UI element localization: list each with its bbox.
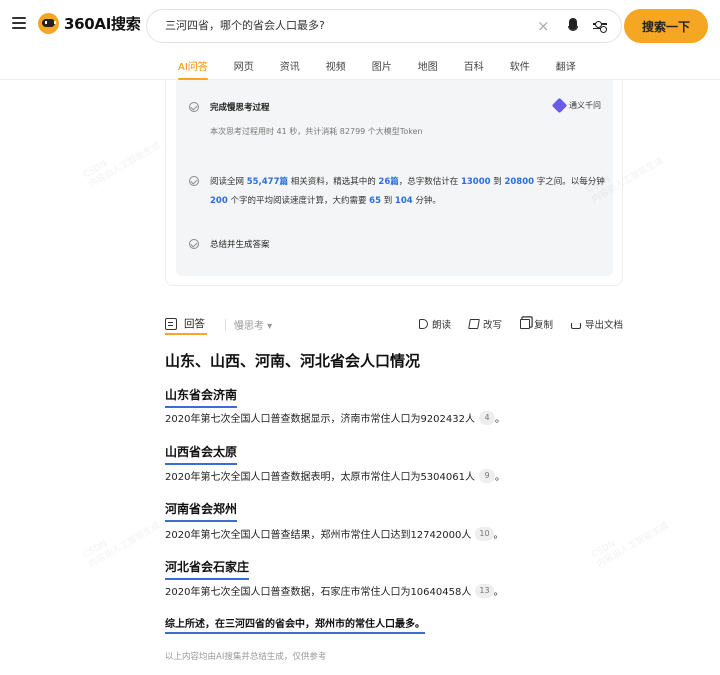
watermark-line: 内容由人工智能生成 [595, 520, 671, 570]
slow-think-dropdown[interactable]: 慢思考 ▾ [234, 317, 272, 332]
export-label: 导出文档 [584, 320, 623, 331]
conclusion-text: 综上所述，在三河四省的省会中，郑州市的常住人口最多。 [165, 615, 425, 634]
model-tag: 通义千问 [551, 97, 601, 114]
citation-badge[interactable]: 10 [475, 526, 494, 541]
model-name: 通义千问 [569, 101, 601, 110]
tab-map[interactable]: 地图 [418, 58, 438, 78]
check-circle-icon [189, 176, 199, 186]
reading-stats: 阅读全网 55,477篇 相关资料，精选其中的 26篇，总字数估计在 13000… [210, 173, 605, 211]
answer-doc-icon [165, 317, 177, 330]
stat-text: 到 [381, 196, 395, 206]
watermark-line: 内容由人工智能生成 [87, 140, 163, 190]
stat-min-minutes: 65 [369, 196, 381, 206]
section-text: 2020年第七次全国人口普查数据表明，太原市常住人口为5304061人 [165, 472, 475, 483]
step-complete-title: 完成慢思考过程 [210, 103, 270, 113]
tab-ai-qa[interactable]: AI问答 [178, 58, 208, 80]
watermark-line: CSDN [81, 158, 110, 181]
copy-button[interactable]: 复制 [519, 317, 553, 331]
section-body: 2020年第七次全国人口普查数据，石家庄市常住人口为10640458人 13。 [165, 583, 504, 598]
thinking-panel: 完成慢思考过程 本次思考过程用时 41 秒，共计消耗 82799 个大模型Tok… [176, 80, 613, 276]
tab-baike[interactable]: 百科 [464, 58, 484, 78]
answer-title: 山东、山西、河南、河北省会人口情况 [165, 352, 421, 370]
section-body: 2020年第七次全国人口普查结果，郑州市常住人口达到12742000人 10。 [165, 526, 504, 541]
section-end: 。 [495, 414, 505, 425]
read-aloud-label: 朗读 [431, 320, 451, 331]
citation-badge[interactable]: 13 [475, 583, 494, 598]
menu-icon[interactable] [12, 17, 26, 31]
stat-max-words: 20800 [504, 177, 535, 187]
tab-news[interactable]: 资讯 [280, 58, 300, 78]
tab-software[interactable]: 软件 [510, 58, 530, 78]
watermark: CSDN内容由人工智能生成 [82, 511, 163, 571]
search-tabs: AI问答 网页 资讯 视频 图片 地图 百科 软件 翻译 [178, 58, 602, 80]
answer-tab[interactable]: 回答 [165, 316, 207, 335]
section-title: 河北省会石家庄 [165, 558, 250, 580]
watermark-line: CSDN [81, 538, 110, 561]
speaker-icon [418, 319, 428, 329]
answer-actions: 朗读 改写 复制 导出文档 [401, 317, 623, 331]
filter-settings-icon[interactable] [593, 20, 607, 32]
check-circle-icon [189, 239, 199, 249]
logo-text: 360AI搜索 [64, 15, 141, 33]
check-circle-icon [189, 102, 199, 112]
watermark: CSDN内容由人工智能生成 [82, 131, 163, 191]
stat-selected: 26篇 [378, 177, 399, 187]
section-title: 山西省会太原 [165, 443, 238, 465]
stat-text: ，总字数估计在 [398, 177, 461, 187]
section-end: 。 [493, 530, 504, 541]
stat-text: 到 [490, 177, 505, 187]
tab-video[interactable]: 视频 [326, 58, 346, 78]
stat-max-minutes: 104 [394, 196, 413, 206]
section-body: 2020年第七次全国人口普查数据显示，济南市常住人口为9202432人 4。 [165, 410, 505, 425]
watermark-line: 内容由人工智能生成 [87, 520, 163, 570]
thinking-card: 完成慢思考过程 本次思考过程用时 41 秒，共计消耗 82799 个大模型Tok… [165, 80, 623, 286]
export-doc-button[interactable]: 导出文档 [570, 317, 623, 331]
clear-icon[interactable]: × [537, 17, 550, 35]
export-icon [570, 323, 581, 329]
section-title: 山东省会济南 [165, 386, 238, 408]
section-body: 2020年第七次全国人口普查数据表明，太原市常住人口为5304061人 9。 [165, 468, 505, 483]
section-text: 2020年第七次全国人口普查数据，石家庄市常住人口为10640458人 [165, 587, 472, 598]
logo-icon [38, 13, 59, 34]
microphone-icon[interactable] [568, 18, 578, 35]
edit-icon [468, 319, 480, 329]
stat-text: 分钟。 [412, 196, 441, 206]
answer-tab-label: 回答 [184, 318, 205, 330]
stat-text: 字之间。以每分钟 [534, 177, 605, 187]
answer-toolbar: 回答 慢思考 ▾ 朗读 改写 复制 导出文档 [165, 316, 623, 336]
copy-label: 复制 [533, 320, 553, 331]
rewrite-label: 改写 [482, 320, 502, 331]
search-input[interactable] [165, 18, 495, 31]
stat-text: 个字的平均阅读速度计算，大约需要 [227, 196, 370, 206]
rewrite-button[interactable]: 改写 [468, 317, 502, 331]
copy-icon [519, 319, 530, 329]
search-box[interactable]: × [146, 9, 622, 43]
stat-min-words: 13000 [460, 177, 491, 187]
step-summarize-title: 总结并生成答案 [210, 240, 270, 250]
read-aloud-button[interactable]: 朗读 [418, 317, 451, 331]
stat-articles: 55,477篇 [246, 177, 289, 187]
site-logo[interactable]: 360AI搜索 [38, 13, 141, 34]
citation-badge[interactable]: 9 [479, 468, 495, 483]
stat-text: 相关资料，精选其中的 [288, 177, 379, 187]
ai-disclaimer: 以上内容均由AI搜集并总结生成，仅供参考 [165, 652, 327, 662]
watermark: CSDN内容由人工智能生成 [590, 511, 671, 571]
stat-speed: 200 [210, 196, 228, 206]
tongyi-qianwen-icon [551, 97, 568, 114]
section-end: 。 [493, 587, 504, 598]
tab-images[interactable]: 图片 [372, 58, 392, 78]
watermark-line: CSDN [589, 538, 618, 561]
citation-badge[interactable]: 4 [479, 410, 495, 425]
tab-translate[interactable]: 翻译 [556, 58, 576, 78]
top-header: 360AI搜索 × 搜索一下 AI问答 网页 资讯 视频 图片 地图 百科 软件… [0, 0, 720, 80]
divider [225, 319, 226, 331]
step-complete-detail: 本次思考过程用时 41 秒，共计消耗 82799 个大模型Token [210, 127, 423, 136]
section-title: 河南省会郑州 [165, 500, 238, 522]
section-end: 。 [495, 472, 505, 483]
section-text: 2020年第七次全国人口普查数据显示，济南市常住人口为9202432人 [165, 414, 475, 425]
stat-text: 阅读全网 [210, 177, 247, 187]
tab-web[interactable]: 网页 [234, 58, 254, 78]
section-text: 2020年第七次全国人口普查结果，郑州市常住人口达到12742000人 [165, 530, 472, 541]
search-button[interactable]: 搜索一下 [624, 9, 708, 43]
